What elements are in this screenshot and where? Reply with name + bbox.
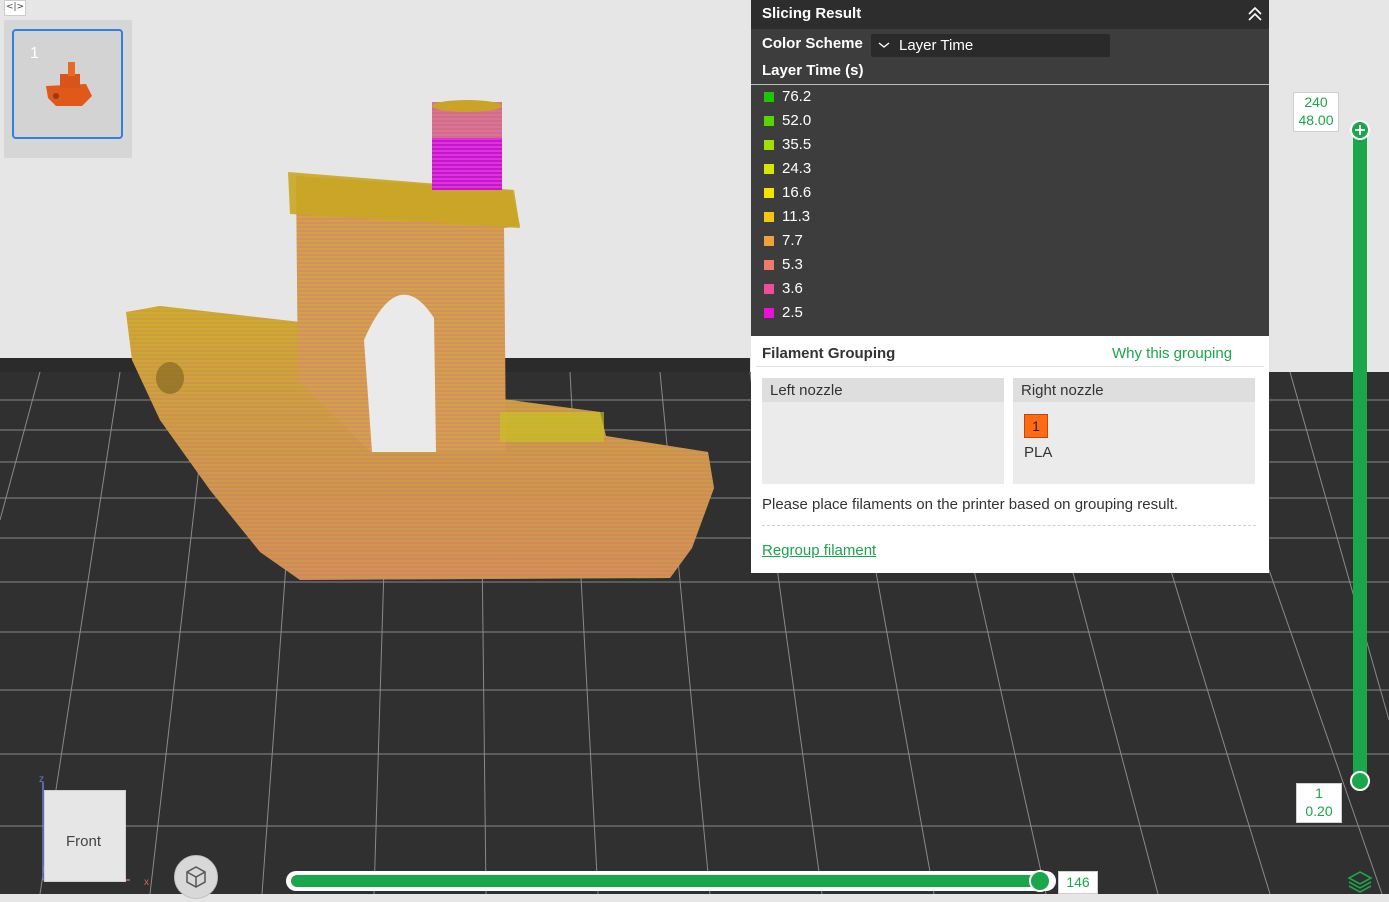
sidebar-toggle-button[interactable]: <|> [4, 0, 26, 16]
bottom-layer-number: 1 [1315, 785, 1323, 801]
filament-grouping-panel: Filament Grouping Why this grouping Left… [751, 336, 1269, 573]
legend-swatch [764, 212, 774, 222]
z-axis-label: z [39, 774, 44, 785]
legend-value: 5.3 [782, 256, 803, 273]
layers-icon[interactable] [1347, 869, 1373, 893]
top-layer-number: 240 [1304, 94, 1328, 110]
bottom-layer-height: 0.20 [1305, 803, 1333, 819]
x-axis-label: x [144, 877, 149, 888]
plate-thumbnail[interactable]: 1 [12, 29, 123, 139]
color-scheme-label: Color Scheme [762, 35, 863, 52]
legend-value: 7.7 [782, 232, 803, 249]
plus-icon[interactable] [1350, 120, 1370, 140]
legend-swatch [764, 116, 774, 126]
top-layer-height: 48.00 [1298, 112, 1334, 128]
filament-grouping-title: Filament Grouping [762, 345, 896, 362]
left-nozzle-box[interactable]: Left nozzle [762, 378, 1004, 484]
left-nozzle-label: Left nozzle [770, 382, 843, 399]
right-nozzle-label: Right nozzle [1021, 382, 1104, 399]
legend-swatch [764, 236, 774, 246]
why-this-grouping-link[interactable]: Why this grouping [1112, 345, 1232, 362]
color-scheme-dropdown[interactable]: Layer Time [871, 34, 1110, 57]
legend-swatch [764, 308, 774, 318]
slicing-result-panel: Slicing Result Color Scheme Layer Time L… [751, 0, 1269, 336]
legend-value: 24.3 [782, 160, 812, 177]
legend-swatch [764, 188, 774, 198]
layer-slider-track[interactable] [1353, 128, 1367, 782]
layer-slider-bottom-handle[interactable] [1350, 771, 1370, 791]
legend-value: 76.2 [782, 88, 812, 105]
view-cube-face-label: Front [66, 833, 102, 850]
reset-view-button[interactable] [174, 855, 218, 899]
right-nozzle-box[interactable]: Right nozzle 1 PLA [1013, 378, 1255, 484]
color-scheme-row: Color Scheme Layer Time [751, 29, 1269, 57]
legend-value: 16.6 [782, 184, 812, 201]
legend-swatch [764, 92, 774, 102]
cube-view-icon [186, 866, 206, 888]
legend-value: 11.3 [782, 208, 811, 225]
view-cube[interactable]: Front [44, 790, 126, 882]
dashed-divider [762, 525, 1256, 526]
chevron-down-icon [878, 42, 890, 48]
legend-value: 2.5 [782, 304, 803, 321]
divider [756, 366, 1264, 367]
legend-swatch [764, 260, 774, 270]
filament-badge[interactable]: 1 [1024, 414, 1048, 438]
plate-list: 1 [4, 20, 132, 158]
collapse-icon[interactable] [1247, 6, 1263, 22]
legend-value: 3.6 [782, 280, 803, 297]
filament-type: PLA [1024, 444, 1053, 461]
legend-value: 52.0 [782, 112, 812, 129]
legend-title: Layer Time (s) [762, 62, 864, 79]
regroup-filament-link[interactable]: Regroup filament [762, 542, 876, 559]
move-slider-track[interactable] [291, 875, 1043, 887]
legend-swatch [764, 140, 774, 150]
bottom-layer-label: 1 0.20 [1296, 783, 1342, 823]
move-slider-handle[interactable] [1029, 870, 1051, 892]
top-layer-label: 240 48.00 [1293, 92, 1339, 132]
legend-value: 35.5 [782, 136, 812, 153]
boat-thumbnail-icon [46, 62, 92, 106]
legend-swatch [764, 284, 774, 294]
legend-divider [751, 84, 1269, 85]
move-slider-value: 146 [1058, 871, 1098, 894]
panel-title: Slicing Result [762, 5, 862, 22]
grouping-note: Please place filaments on the printer ba… [762, 496, 1179, 513]
color-scheme-value: Layer Time [899, 37, 974, 54]
slicing-result-header[interactable]: Slicing Result [751, 0, 1269, 29]
legend-swatch [764, 164, 774, 174]
